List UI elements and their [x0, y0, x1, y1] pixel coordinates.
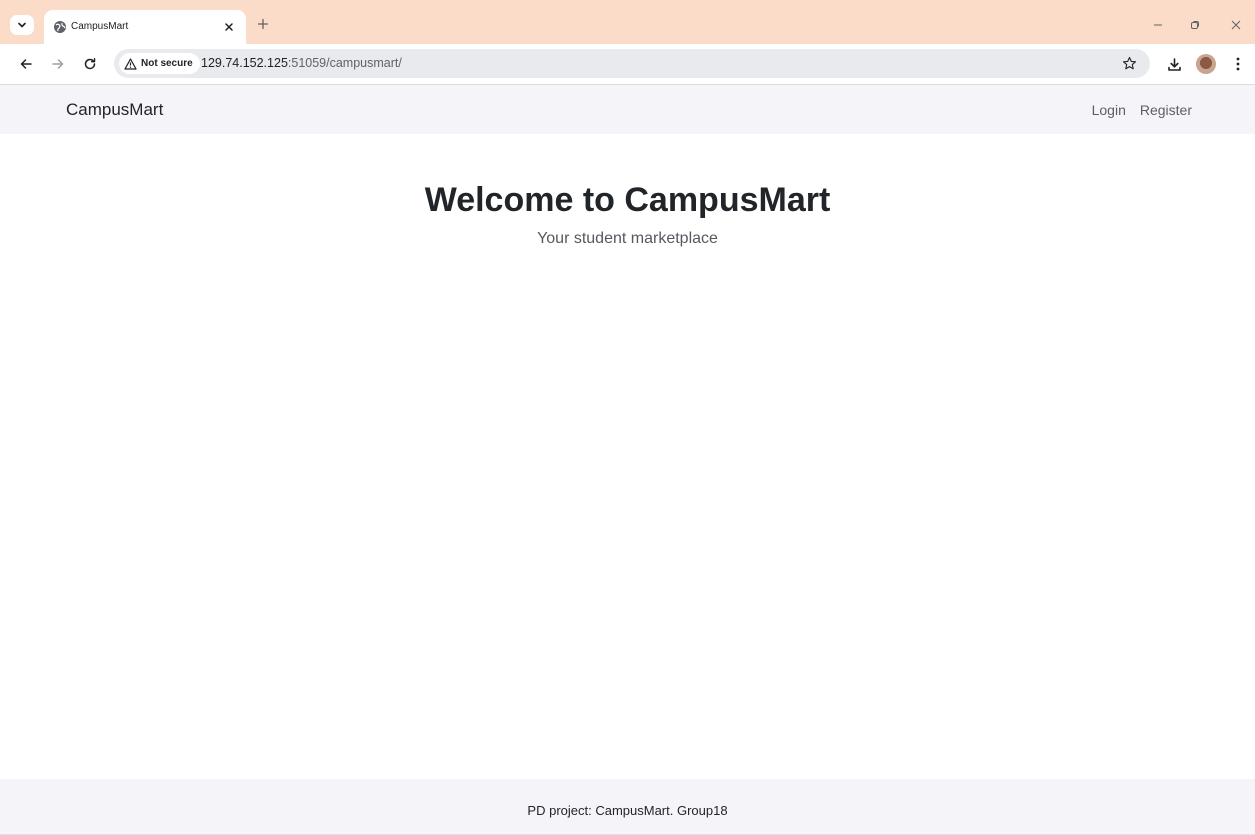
globe-icon — [53, 20, 67, 34]
bookmark-button[interactable] — [1120, 54, 1138, 72]
brand-link[interactable]: CampusMart — [66, 99, 163, 121]
tab-title: CampusMart — [71, 21, 129, 32]
tab-search-button[interactable] — [10, 15, 34, 35]
restore-icon — [1189, 19, 1201, 31]
reload-icon — [83, 57, 97, 71]
url-text[interactable]: 129.74.152.125:51059/campusmart/ — [201, 55, 402, 72]
minimize-button[interactable] — [1149, 16, 1167, 34]
security-label: Not secure — [141, 58, 193, 69]
navbar: CampusMart Login Register — [0, 85, 1255, 134]
new-tab-button[interactable] — [254, 15, 272, 33]
close-window-button[interactable] — [1227, 16, 1245, 34]
security-chip[interactable]: Not secure — [119, 53, 200, 74]
download-icon — [1167, 57, 1182, 72]
back-button[interactable] — [16, 54, 36, 74]
reload-button[interactable] — [80, 54, 100, 74]
arrow-left-icon — [19, 57, 33, 71]
restore-button[interactable] — [1186, 16, 1204, 34]
tab-campusmart[interactable]: CampusMart — [44, 10, 246, 44]
downloads-button[interactable] — [1164, 54, 1184, 74]
kebab-menu-icon — [1236, 57, 1240, 71]
menu-button[interactable] — [1228, 54, 1248, 74]
footer: PD project: CampusMart. Group18 — [0, 779, 1255, 835]
chevron-down-icon — [17, 20, 27, 30]
url-path: :51059/campusmart/ — [287, 56, 402, 70]
browser-window: CampusMart Not secure 129.74.152.125:510… — [0, 0, 1255, 835]
footer-text: PD project: CampusMart. Group18 — [527, 803, 728, 818]
close-icon — [1230, 19, 1242, 31]
plus-icon — [257, 18, 269, 30]
minimize-icon — [1152, 19, 1164, 31]
page-subtitle: Your student marketplace — [537, 230, 718, 247]
register-link[interactable]: Register — [1140, 101, 1192, 119]
tab-strip: CampusMart — [0, 0, 1255, 44]
browser-toolbar: Not secure 129.74.152.125:51059/campusma… — [0, 44, 1255, 85]
arrow-right-icon — [51, 57, 65, 71]
warning-icon — [124, 57, 137, 70]
profile-avatar[interactable] — [1196, 54, 1216, 74]
nav-links: Login Register — [1092, 101, 1192, 119]
page-content: CampusMart Login Register Welcome to Cam… — [0, 85, 1255, 835]
page-title: Welcome to CampusMart — [424, 181, 831, 219]
close-icon[interactable] — [221, 19, 237, 35]
login-link[interactable]: Login — [1092, 101, 1126, 119]
url-host: 129.74.152.125 — [201, 56, 288, 70]
address-bar[interactable]: Not secure 129.74.152.125:51059/campusma… — [114, 49, 1150, 78]
forward-button[interactable] — [48, 54, 68, 74]
star-icon — [1122, 56, 1137, 71]
